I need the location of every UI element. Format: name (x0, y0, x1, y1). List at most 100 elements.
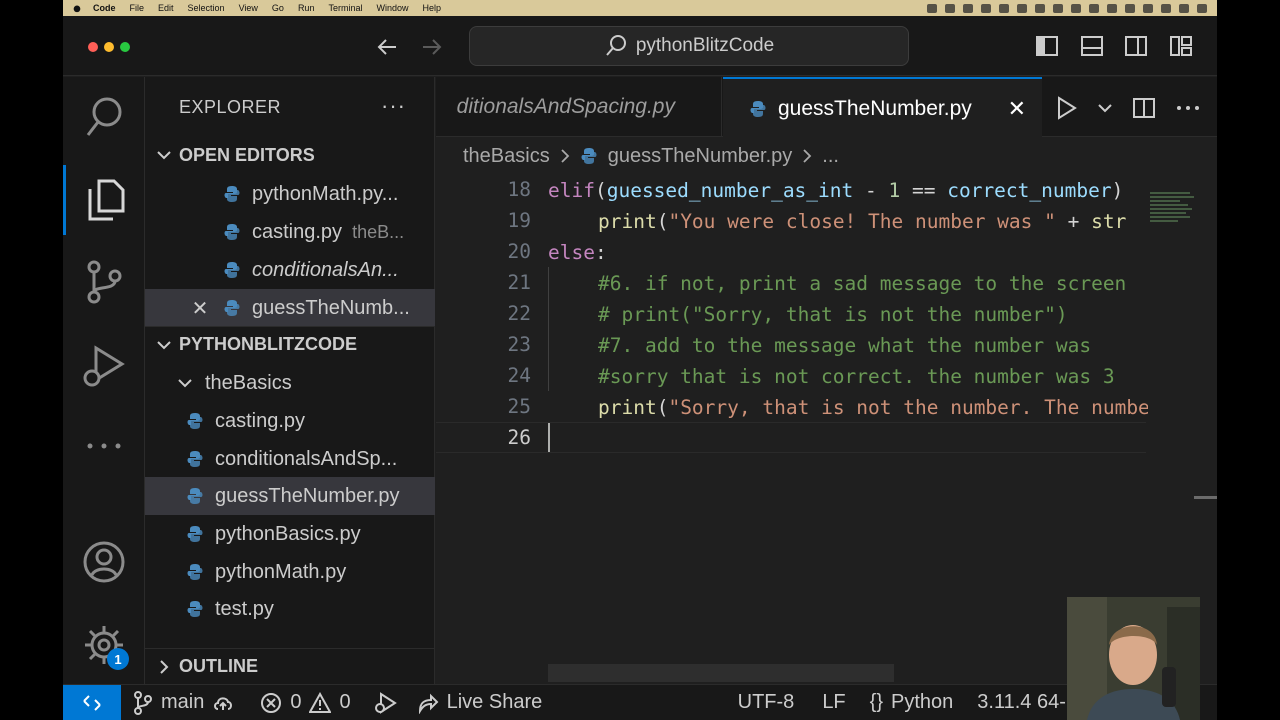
menu-run[interactable]: Run (298, 3, 315, 13)
code-text: elif(guessed_number_as_int - 1 == correc… (548, 179, 1124, 202)
menu-help[interactable]: Help (422, 3, 441, 13)
more-actions-icon[interactable] (1176, 104, 1200, 112)
breadcrumb-folder[interactable]: theBasics (463, 145, 550, 168)
system-tray (927, 3, 1207, 13)
menu-selection[interactable]: Selection (188, 3, 225, 13)
file-name: casting.py (215, 409, 306, 432)
account-icon (83, 541, 125, 583)
horizontal-scrollbar[interactable] (548, 664, 894, 682)
problems-status[interactable]: 0 0 (260, 691, 351, 714)
activity-explorer[interactable] (63, 165, 145, 235)
tray-icon[interactable] (1107, 3, 1117, 13)
activity-accounts[interactable] (63, 527, 145, 597)
tray-icon[interactable] (1071, 3, 1081, 13)
warning-count: 0 (339, 691, 351, 713)
folder-item[interactable]: theBasics (145, 364, 435, 402)
zoom-window-button[interactable] (120, 42, 130, 52)
tray-icon[interactable] (1053, 3, 1063, 13)
explorer-title: EXPLORER (179, 97, 282, 117)
run-python-file-icon[interactable] (1056, 96, 1078, 120)
tray-icon[interactable] (1161, 3, 1171, 13)
tray-icon[interactable] (1017, 3, 1027, 13)
tray-icon[interactable] (963, 3, 973, 13)
close-tab-icon[interactable]: ✕ (1008, 96, 1026, 122)
tray-icon[interactable] (945, 3, 955, 13)
live-share-button[interactable]: Live Share (417, 691, 542, 714)
menu-view[interactable]: View (239, 3, 258, 13)
toggle-secondary-sidebar-icon[interactable] (1124, 34, 1148, 58)
encoding-status[interactable]: UTF-8 (738, 691, 795, 714)
back-arrow-icon[interactable] (374, 34, 400, 60)
tray-icon[interactable] (927, 3, 937, 13)
tray-icon[interactable] (1197, 3, 1207, 13)
line-number: 26 (507, 426, 531, 449)
breadcrumb-file[interactable]: guessTheNumber.py (608, 145, 793, 168)
editor-tab-bar: ditionalsAndSpacing.py guessTheNumber.py… (436, 77, 1217, 138)
open-editors-header[interactable]: OPEN EDITORS (145, 137, 435, 173)
tray-icon[interactable] (1035, 3, 1045, 13)
close-icon[interactable]: ✕ (190, 296, 210, 321)
file-tree-item[interactable]: pythonMath.py (145, 553, 435, 591)
tray-icon[interactable] (1089, 3, 1099, 13)
menu-app-name[interactable]: Code (93, 3, 116, 13)
line-number: 24 (507, 364, 531, 387)
close-window-button[interactable] (88, 42, 98, 52)
explorer-more-actions[interactable]: ··· (381, 93, 406, 119)
code-line: 26 (436, 422, 531, 453)
breadcrumb-symbols[interactable]: ... (822, 145, 839, 168)
menu-go[interactable]: Go (272, 3, 284, 13)
activity-run-debug[interactable] (63, 331, 145, 401)
file-tree-item[interactable]: pythonBasics.py (145, 515, 435, 553)
toggle-panel-icon[interactable] (1080, 34, 1104, 58)
menu-window[interactable]: Window (376, 3, 408, 13)
open-editor-item[interactable]: casting.py theB... (145, 213, 435, 251)
code-line: 21 #6. if not, print a sad message to th… (436, 267, 1127, 298)
chevron-down-icon[interactable] (1098, 103, 1112, 113)
tray-icon[interactable] (981, 3, 991, 13)
activity-search[interactable] (63, 82, 145, 152)
menu-edit[interactable]: Edit (158, 3, 174, 13)
minimize-window-button[interactable] (104, 42, 114, 52)
file-tree-item[interactable]: conditionalsAndSp... (145, 440, 435, 478)
file-tree-item[interactable]: casting.py (145, 402, 435, 440)
section-title: OUTLINE (179, 656, 258, 676)
webcam-overlay (1067, 597, 1200, 720)
sync-cloud-icon[interactable] (212, 693, 234, 713)
project-header[interactable]: PYTHONBLITZCODE (145, 326, 435, 362)
open-editor-item-active[interactable]: ✕ guessTheNumb... (145, 289, 435, 327)
chevron-down-icon (149, 339, 179, 351)
branch-status[interactable]: main (133, 690, 234, 715)
tab-guess-the-number[interactable]: guessTheNumber.py ✕ (723, 77, 1042, 138)
open-editor-item[interactable]: conditionalsAn... (145, 251, 435, 289)
more-icon (87, 443, 121, 449)
tray-icon[interactable] (1179, 3, 1189, 13)
line-number: 23 (507, 333, 531, 356)
forward-arrow-icon[interactable] (419, 34, 445, 60)
presenter-video (1067, 597, 1200, 720)
code-text: #7. add to the message what the number w… (598, 334, 1092, 357)
activity-manage[interactable]: 1 (63, 610, 145, 680)
split-editor-icon[interactable] (1132, 96, 1156, 120)
menu-terminal[interactable]: Terminal (328, 3, 362, 13)
remote-indicator[interactable] (63, 684, 121, 720)
toggle-primary-sidebar-icon[interactable] (1035, 34, 1059, 58)
tray-icon[interactable] (999, 3, 1009, 13)
open-editor-item[interactable]: pythonMath.py... (145, 175, 435, 213)
language-status[interactable]: {} Python (870, 691, 954, 714)
file-tree-item-selected[interactable]: guessTheNumber.py (145, 477, 435, 515)
tray-icon[interactable] (1143, 3, 1153, 13)
tray-icon[interactable] (1125, 3, 1135, 13)
menu-file[interactable]: File (130, 3, 145, 13)
file-tree-item[interactable]: test.py (145, 590, 435, 628)
apple-icon[interactable] (71, 3, 83, 13)
debug-status[interactable] (373, 691, 397, 714)
customize-layout-icon[interactable] (1169, 34, 1193, 58)
activity-source-control[interactable] (63, 247, 145, 317)
eol-status[interactable]: LF (822, 691, 845, 714)
line-number: 22 (507, 302, 531, 325)
outline-header[interactable]: OUTLINE (145, 648, 435, 684)
error-count: 0 (290, 691, 302, 713)
tab-conditionals[interactable]: ditionalsAndSpacing.py (436, 77, 722, 137)
activity-more[interactable] (63, 411, 145, 481)
command-center-search[interactable]: pythonBlitzCode (469, 26, 909, 66)
